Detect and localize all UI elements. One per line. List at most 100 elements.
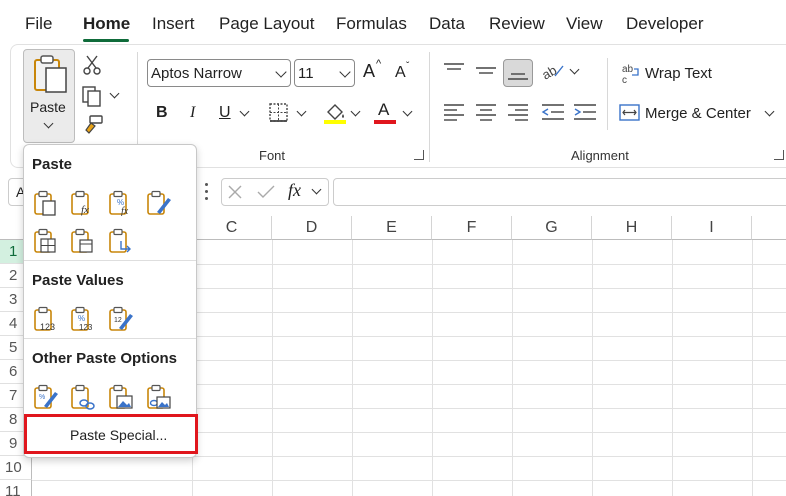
chevron-down-icon bbox=[275, 66, 287, 78]
gridline bbox=[352, 240, 353, 496]
align-top-icon[interactable] bbox=[443, 62, 465, 80]
paste-picture-icon[interactable] bbox=[108, 384, 134, 410]
column-header-e[interactable]: E bbox=[352, 216, 432, 240]
svg-text:12: 12 bbox=[114, 317, 122, 324]
bold-button[interactable]: B bbox=[156, 104, 168, 122]
font-name-value: Aptos Narrow bbox=[151, 65, 242, 82]
italic-button[interactable]: I bbox=[190, 104, 195, 122]
tab-insert[interactable]: Insert bbox=[152, 14, 195, 34]
paste-formulas-number-format-icon[interactable]: % fx bbox=[108, 190, 134, 216]
paste-transpose-icon[interactable] bbox=[108, 228, 134, 254]
align-right-icon[interactable] bbox=[507, 102, 529, 122]
align-center-icon[interactable] bbox=[475, 102, 497, 122]
decrease-font-size-button[interactable]: A bbox=[395, 64, 406, 82]
column-header-next[interactable] bbox=[752, 216, 786, 240]
menu-separator bbox=[24, 338, 196, 339]
svg-text:%: % bbox=[78, 314, 85, 323]
paste-values-source-formatting-icon[interactable]: 12 bbox=[108, 306, 134, 332]
underline-button[interactable]: U bbox=[219, 104, 231, 122]
paste-no-borders-icon[interactable] bbox=[33, 228, 59, 254]
font-size-dropdown[interactable]: 11 bbox=[294, 59, 355, 87]
paste-keep-source-formatting-icon[interactable] bbox=[146, 190, 172, 216]
format-painter-icon[interactable] bbox=[82, 114, 104, 136]
tab-page-layout[interactable]: Page Layout bbox=[219, 14, 314, 34]
gridline bbox=[672, 240, 673, 496]
svg-text:c: c bbox=[622, 75, 627, 84]
active-tab-indicator bbox=[83, 39, 129, 42]
increase-indent-icon[interactable] bbox=[573, 102, 597, 122]
font-group-label: Font bbox=[259, 148, 286, 163]
cut-icon[interactable] bbox=[83, 54, 101, 76]
gridline bbox=[32, 480, 786, 481]
paste-values-section-heading: Paste Values bbox=[32, 272, 124, 289]
font-color-button[interactable]: A bbox=[378, 100, 389, 120]
increase-font-size-button[interactable]: A bbox=[363, 61, 375, 82]
fill-color-swatch bbox=[324, 120, 346, 124]
formula-input[interactable] bbox=[333, 178, 786, 206]
borders-icon[interactable] bbox=[268, 102, 290, 124]
svg-text:123: 123 bbox=[40, 322, 55, 332]
alignment-dialog-launcher-icon[interactable] bbox=[774, 150, 784, 160]
enter-icon[interactable] bbox=[256, 184, 276, 200]
gridline bbox=[272, 240, 273, 496]
paste-link-icon[interactable] bbox=[70, 384, 96, 410]
menu-bar: File Home Insert Page Layout Formulas Da… bbox=[0, 0, 786, 44]
tab-view[interactable]: View bbox=[566, 14, 603, 34]
orientation-icon[interactable]: ab bbox=[541, 60, 567, 82]
row-header-11[interactable]: 11 bbox=[0, 480, 32, 496]
paste-special-item[interactable]: Paste Special... bbox=[70, 427, 167, 443]
align-bottom-icon bbox=[508, 73, 528, 80]
paste-keep-column-widths-icon[interactable] bbox=[70, 228, 96, 254]
svg-text:ab: ab bbox=[541, 62, 559, 82]
menu-separator bbox=[24, 260, 196, 261]
tab-developer[interactable]: Developer bbox=[626, 14, 704, 34]
column-header-f[interactable]: F bbox=[432, 216, 512, 240]
merge-center-button[interactable]: Merge & Center bbox=[645, 105, 751, 122]
tab-file[interactable]: File bbox=[25, 14, 52, 34]
fill-color-icon[interactable] bbox=[322, 100, 348, 126]
caret-down-icon: ˇ bbox=[406, 61, 410, 72]
align-middle-icon[interactable] bbox=[475, 62, 497, 80]
column-header-i[interactable]: I bbox=[672, 216, 752, 240]
column-header-d[interactable]: D bbox=[272, 216, 352, 240]
insert-function-button[interactable]: fx bbox=[288, 180, 301, 201]
column-header-c[interactable]: C bbox=[192, 216, 272, 240]
column-header-g[interactable]: G bbox=[512, 216, 592, 240]
paste-special-highlight[interactable]: Paste Special... bbox=[24, 414, 198, 454]
font-name-dropdown[interactable]: Aptos Narrow bbox=[147, 59, 291, 87]
tab-review[interactable]: Review bbox=[489, 14, 545, 34]
tab-data[interactable]: Data bbox=[429, 14, 465, 34]
paste-values-icon[interactable]: 123 bbox=[33, 306, 59, 332]
paste-formulas-icon[interactable]: fx bbox=[70, 190, 96, 216]
svg-text:fx: fx bbox=[81, 204, 89, 216]
row-header-10[interactable]: 10 bbox=[0, 456, 32, 480]
column-header-h[interactable]: H bbox=[592, 216, 672, 240]
wrap-text-button[interactable]: Wrap Text bbox=[645, 65, 712, 82]
copy-icon[interactable] bbox=[81, 85, 103, 107]
svg-text:ab: ab bbox=[622, 64, 634, 75]
other-paste-options-heading: Other Paste Options bbox=[32, 350, 178, 367]
caret-up-icon: ^ bbox=[376, 58, 382, 70]
merge-center-icon[interactable] bbox=[619, 103, 641, 123]
gridline bbox=[752, 240, 753, 496]
paste-section-heading: Paste bbox=[32, 156, 73, 173]
paste-formatting-icon[interactable]: % bbox=[33, 384, 59, 410]
excel-window: File Home Insert Page Layout Formulas Da… bbox=[0, 0, 786, 496]
chevron-down-icon bbox=[339, 66, 351, 78]
font-color-swatch bbox=[374, 120, 396, 124]
svg-text:123: 123 bbox=[79, 323, 93, 332]
align-left-icon[interactable] bbox=[443, 102, 465, 122]
cancel-icon[interactable] bbox=[227, 184, 243, 200]
font-dialog-launcher-icon[interactable] bbox=[414, 150, 424, 160]
font-size-value: 11 bbox=[298, 65, 314, 82]
tab-home[interactable]: Home bbox=[83, 14, 130, 34]
decrease-indent-icon[interactable] bbox=[541, 102, 565, 122]
paste-linked-picture-icon[interactable] bbox=[146, 384, 172, 410]
paste-icon[interactable] bbox=[33, 190, 59, 216]
wrap-text-icon[interactable]: ab c bbox=[620, 62, 642, 84]
gridline bbox=[592, 240, 593, 496]
paste-values-number-format-icon[interactable]: % 123 bbox=[70, 306, 96, 332]
paste-label: Paste bbox=[30, 99, 66, 115]
formula-bar-grip[interactable] bbox=[205, 183, 208, 201]
tab-formulas[interactable]: Formulas bbox=[336, 14, 407, 34]
